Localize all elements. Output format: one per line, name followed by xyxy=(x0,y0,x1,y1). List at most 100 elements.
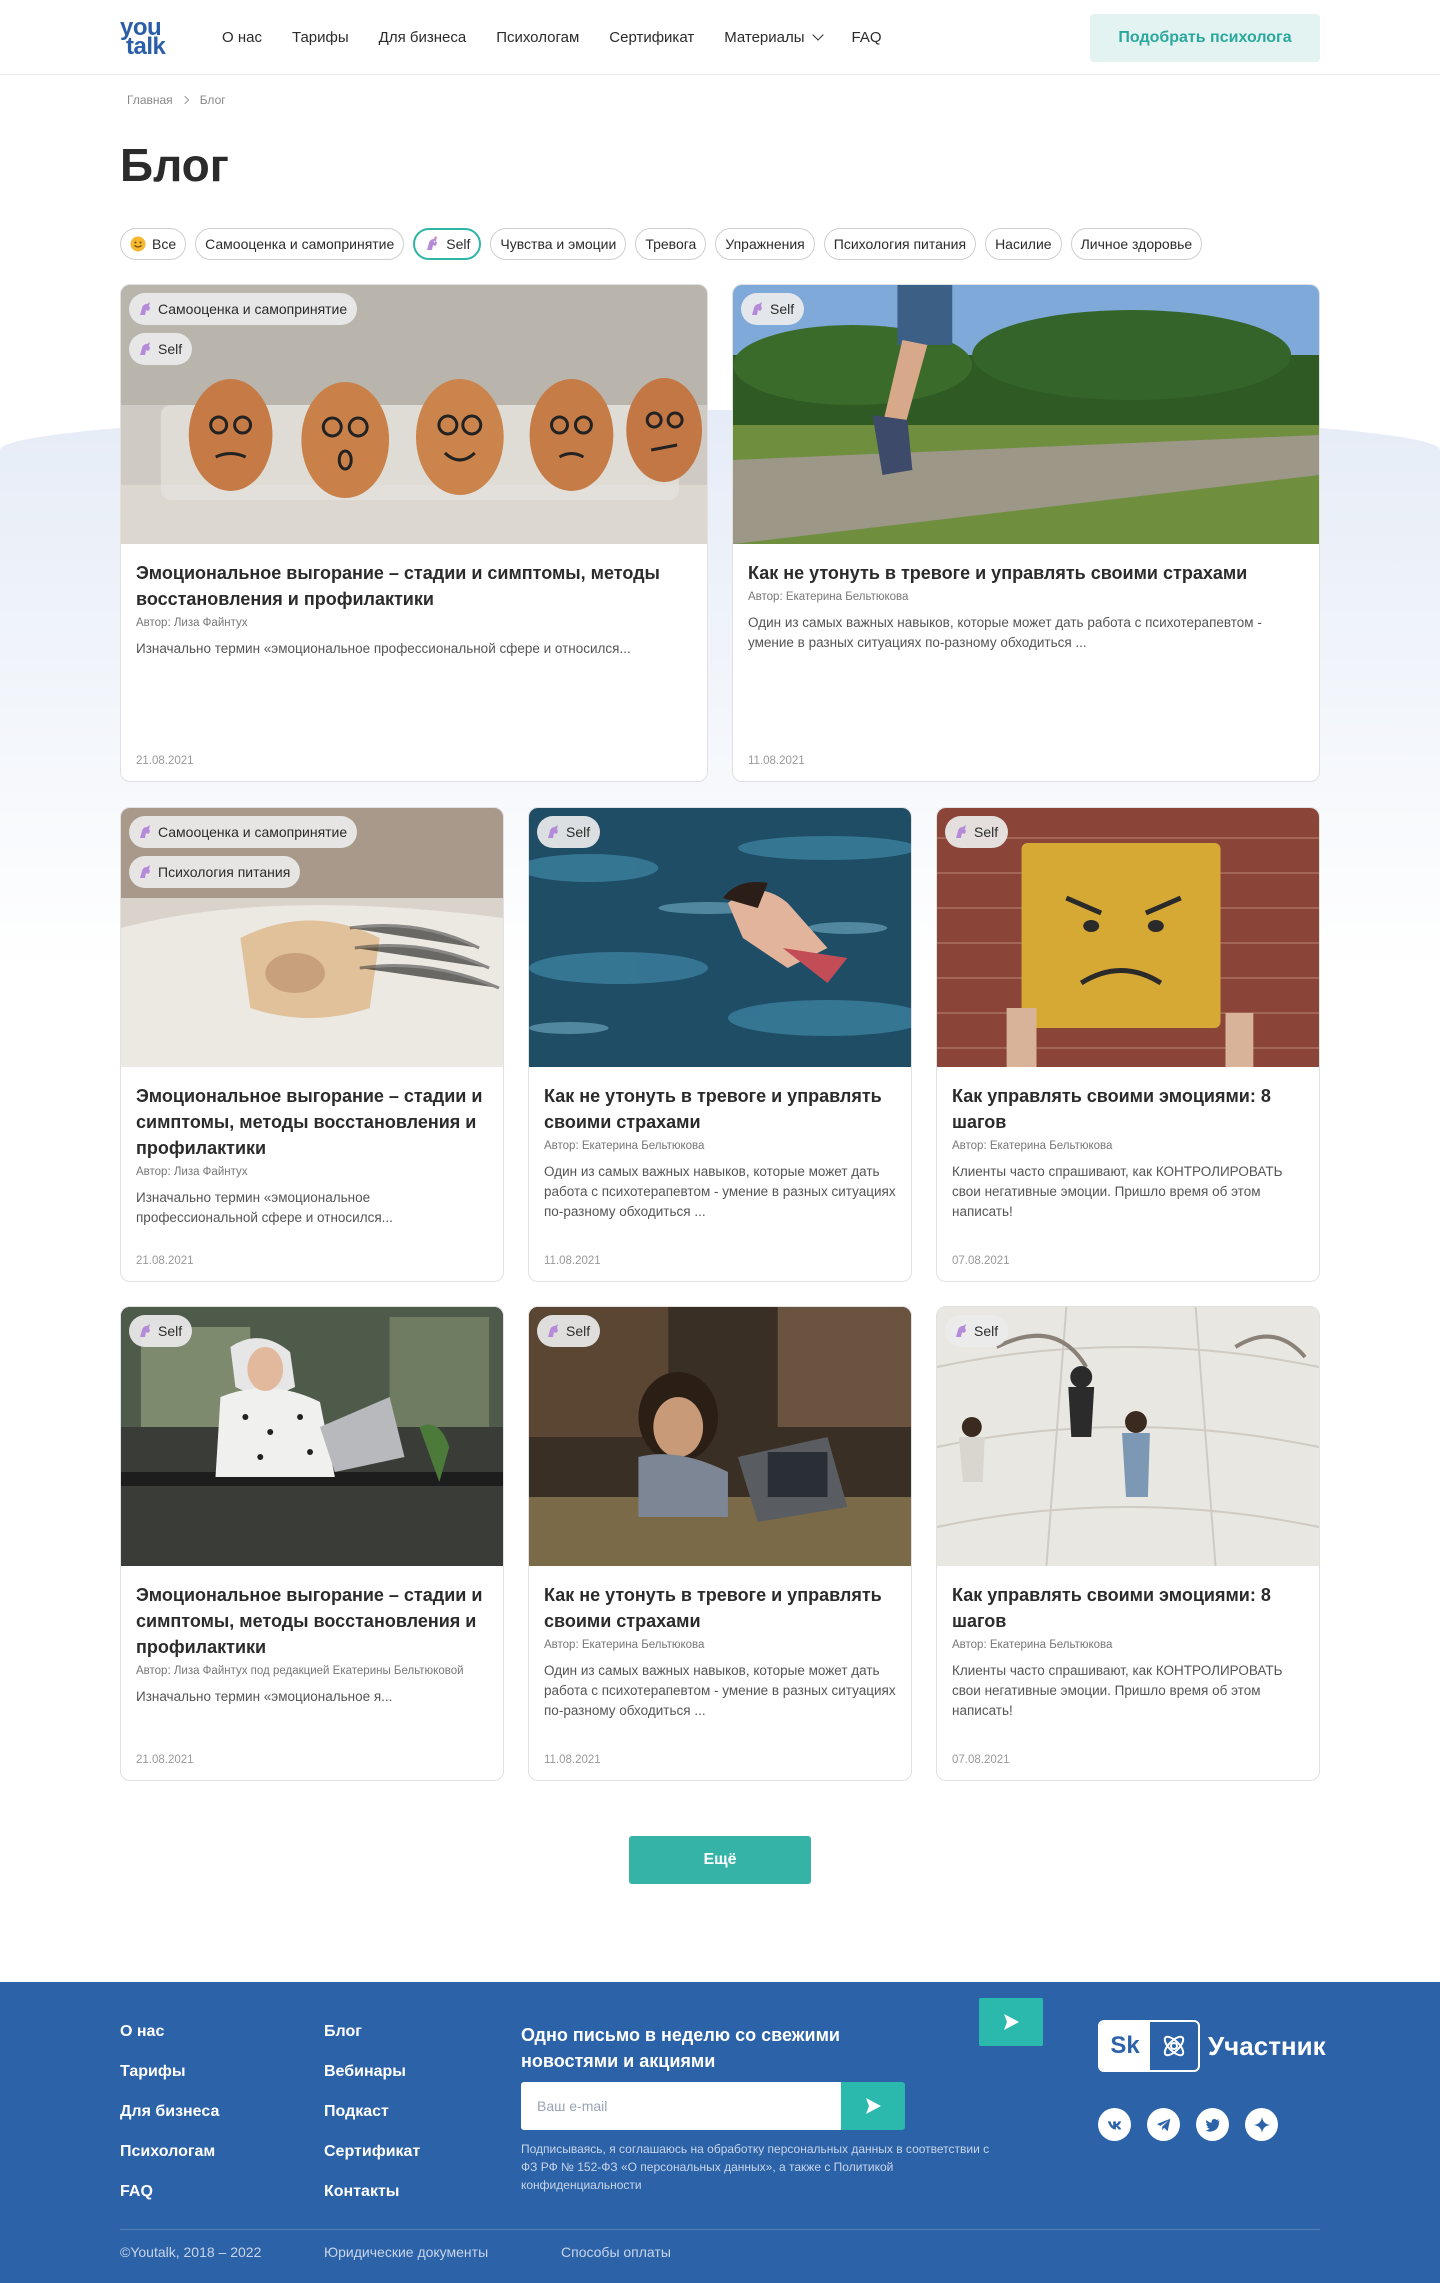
tag-label: Self xyxy=(974,824,999,840)
card-body: Эмоциональное выгорание – стадии и симпт… xyxy=(121,544,707,781)
smile-icon xyxy=(130,236,146,252)
footer-link-certificate[interactable]: Сертификат xyxy=(324,2142,420,2161)
card-title[interactable]: Как не утонуть в тревоге и управлять сво… xyxy=(748,560,1304,586)
footer-link-contacts[interactable]: Контакты xyxy=(324,2182,420,2201)
filter-violence[interactable]: Насилие xyxy=(985,228,1062,260)
telegram-icon[interactable] xyxy=(1147,2108,1180,2141)
card-author: Автор: Екатерина Бельтюкова xyxy=(952,1639,1113,1651)
tag-chip[interactable]: Самооценка и самопринятие xyxy=(129,293,358,325)
tag-chip[interactable]: Self xyxy=(537,1315,601,1347)
footer-link-psychologists[interactable]: Психологам xyxy=(120,2142,219,2161)
nav-about[interactable]: О нас xyxy=(222,29,262,46)
vk-icon[interactable] xyxy=(1098,2108,1131,2141)
filter-anxiety[interactable]: Тревога xyxy=(635,228,707,260)
email-input[interactable] xyxy=(521,2082,841,2130)
breadcrumb-home[interactable]: Главная xyxy=(127,93,173,107)
footer-link-about[interactable]: О нас xyxy=(120,2022,219,2041)
card-title[interactable]: Как управлять своими эмоциями: 8 шагов xyxy=(952,1582,1304,1634)
card-title[interactable]: Эмоциональное выгорание – стадии и симпт… xyxy=(136,1083,488,1161)
sk-letters: Sk xyxy=(1100,2022,1150,2070)
nav-certificate[interactable]: Сертификат xyxy=(609,29,694,46)
skolkovo-badge: Sk Участник xyxy=(1098,2020,1326,2072)
footer-link-podcast[interactable]: Подкаст xyxy=(324,2102,420,2121)
unicorn-icon xyxy=(953,1323,969,1339)
tag-label: Self xyxy=(566,1323,591,1339)
article-card[interactable]: Самооценка и самопринятие Self Эмоционал… xyxy=(120,284,708,782)
card-author: Автор: Лиза Файнтух xyxy=(136,1166,248,1178)
breadcrumb: Главная Блог xyxy=(127,93,226,107)
card-title[interactable]: Как управлять своими эмоциями: 8 шагов xyxy=(952,1083,1304,1135)
article-card[interactable]: Self Как не утонуть в тревоге и управлят… xyxy=(528,807,912,1282)
card-excerpt: Клиенты часто спрашивают, как КОНТРОЛИРО… xyxy=(952,1663,1283,1718)
skolkovo-logo: Sk xyxy=(1098,2020,1200,2072)
star-icon[interactable] xyxy=(1245,2108,1278,2141)
nav-business[interactable]: Для бизнеса xyxy=(379,29,467,46)
tag-chip[interactable]: Self xyxy=(945,1315,1009,1347)
load-more-button[interactable]: Ещё xyxy=(629,1836,811,1884)
send-icon xyxy=(866,2098,881,2114)
angry-face-image: Self xyxy=(937,808,1319,1067)
tag-chip[interactable]: Self xyxy=(945,816,1009,848)
tag-chip[interactable]: Self xyxy=(741,293,805,325)
nav-tariffs[interactable]: Тарифы xyxy=(292,29,349,46)
filter-self-esteem[interactable]: Самооценка и самопринятие xyxy=(195,228,405,260)
filter-all[interactable]: Все xyxy=(120,228,187,260)
water-image: Self xyxy=(529,808,911,1067)
card-author: Автор: Лиза Файнтух под редакцией Екатер… xyxy=(136,1665,464,1677)
filter-self[interactable]: Self xyxy=(413,228,482,260)
footer-link-business[interactable]: Для бизнеса xyxy=(120,2102,219,2121)
card-title[interactable]: Как не утонуть в тревоге и управлять сво… xyxy=(544,1083,896,1135)
unicorn-icon xyxy=(137,301,153,317)
footer-link-tariffs[interactable]: Тарифы xyxy=(120,2062,219,2081)
legal-documents-link[interactable]: Юридические документы xyxy=(324,2244,488,2260)
card-body: Эмоциональное выгорание – стадии и симпт… xyxy=(121,1067,503,1281)
card-tags: Self xyxy=(537,816,601,848)
tag-chip[interactable]: Self xyxy=(129,1315,193,1347)
card-date: 11.08.2021 xyxy=(748,755,805,767)
tag-chip[interactable]: Самооценка и самопринятие xyxy=(129,816,358,848)
video-call-image: Self xyxy=(529,1307,911,1566)
article-card[interactable]: Self Как управлять своими эмоциями: 8 ша… xyxy=(936,1306,1320,1781)
tag-label: Самооценка и самопринятие xyxy=(158,301,348,317)
footer-link-webinars[interactable]: Вебинары xyxy=(324,2062,420,2081)
atom-icon xyxy=(1150,2022,1198,2070)
tag-chip[interactable]: Self xyxy=(129,333,193,365)
card-title[interactable]: Как не утонуть в тревоге и управлять сво… xyxy=(544,1582,896,1634)
payment-methods-link[interactable]: Способы оплаты xyxy=(561,2244,671,2260)
card-title[interactable]: Эмоциональное выгорание – стадии и симпт… xyxy=(136,1582,488,1660)
consent-text: Подписываясь, я соглашаюсь на обработку … xyxy=(521,2142,990,2192)
filter-label: Психология питания xyxy=(833,236,967,252)
card-date: 21.08.2021 xyxy=(136,755,194,767)
filter-feelings[interactable]: Чувства и эмоции xyxy=(490,228,627,260)
card-tags: Self xyxy=(741,293,805,325)
article-card[interactable]: Self Как не утонуть в тревоге и управлят… xyxy=(732,284,1320,782)
article-card[interactable]: Self Как управлять своими эмоциями: 8 ша… xyxy=(936,807,1320,1282)
youtalk-logo[interactable]: you talk xyxy=(120,16,174,59)
card-date: 07.08.2021 xyxy=(952,1255,1010,1267)
footer-links-col1: О нас Тарифы Для бизнеса Психологам FAQ xyxy=(120,2022,219,2201)
nav-psychologists[interactable]: Психологам xyxy=(496,29,579,46)
card-title[interactable]: Эмоциональное выгорание – стадии и симпт… xyxy=(136,560,692,612)
tag-chip[interactable]: Self xyxy=(537,816,601,848)
article-card[interactable]: Self Как не утонуть в тревоге и управлят… xyxy=(528,1306,912,1781)
find-psychologist-button[interactable]: Подобрать психолога xyxy=(1090,14,1320,62)
article-card[interactable]: Self Эмоциональное выгорание – стадии и … xyxy=(120,1306,504,1781)
subscribe-button[interactable] xyxy=(841,2082,905,2130)
footer-divider xyxy=(120,2229,1320,2230)
filter-exercises[interactable]: Упражнения xyxy=(715,228,815,260)
article-card[interactable]: Самооценка и самопринятие Психология пит… xyxy=(120,807,504,1282)
filter-label: Все xyxy=(152,236,177,252)
filter-eating-psychology[interactable]: Психология питания xyxy=(823,228,977,260)
footer-link-faq[interactable]: FAQ xyxy=(120,2182,219,2201)
send-arrow-box[interactable] xyxy=(979,1998,1043,2046)
twitter-icon[interactable] xyxy=(1196,2108,1229,2141)
footer-link-blog[interactable]: Блог xyxy=(324,2022,420,2041)
nav-materials[interactable]: Материалы xyxy=(724,29,824,46)
nav-faq[interactable]: FAQ xyxy=(852,29,882,46)
send-icon xyxy=(1004,2014,1019,2030)
tag-chip[interactable]: Психология питания xyxy=(129,856,301,888)
filter-personal-health[interactable]: Личное здоровье xyxy=(1070,228,1203,260)
runner-image: Self xyxy=(733,285,1319,544)
card-author: Автор: Екатерина Бельтюкова xyxy=(952,1140,1113,1152)
card-author: Автор: Лиза Файнтух xyxy=(136,617,248,629)
